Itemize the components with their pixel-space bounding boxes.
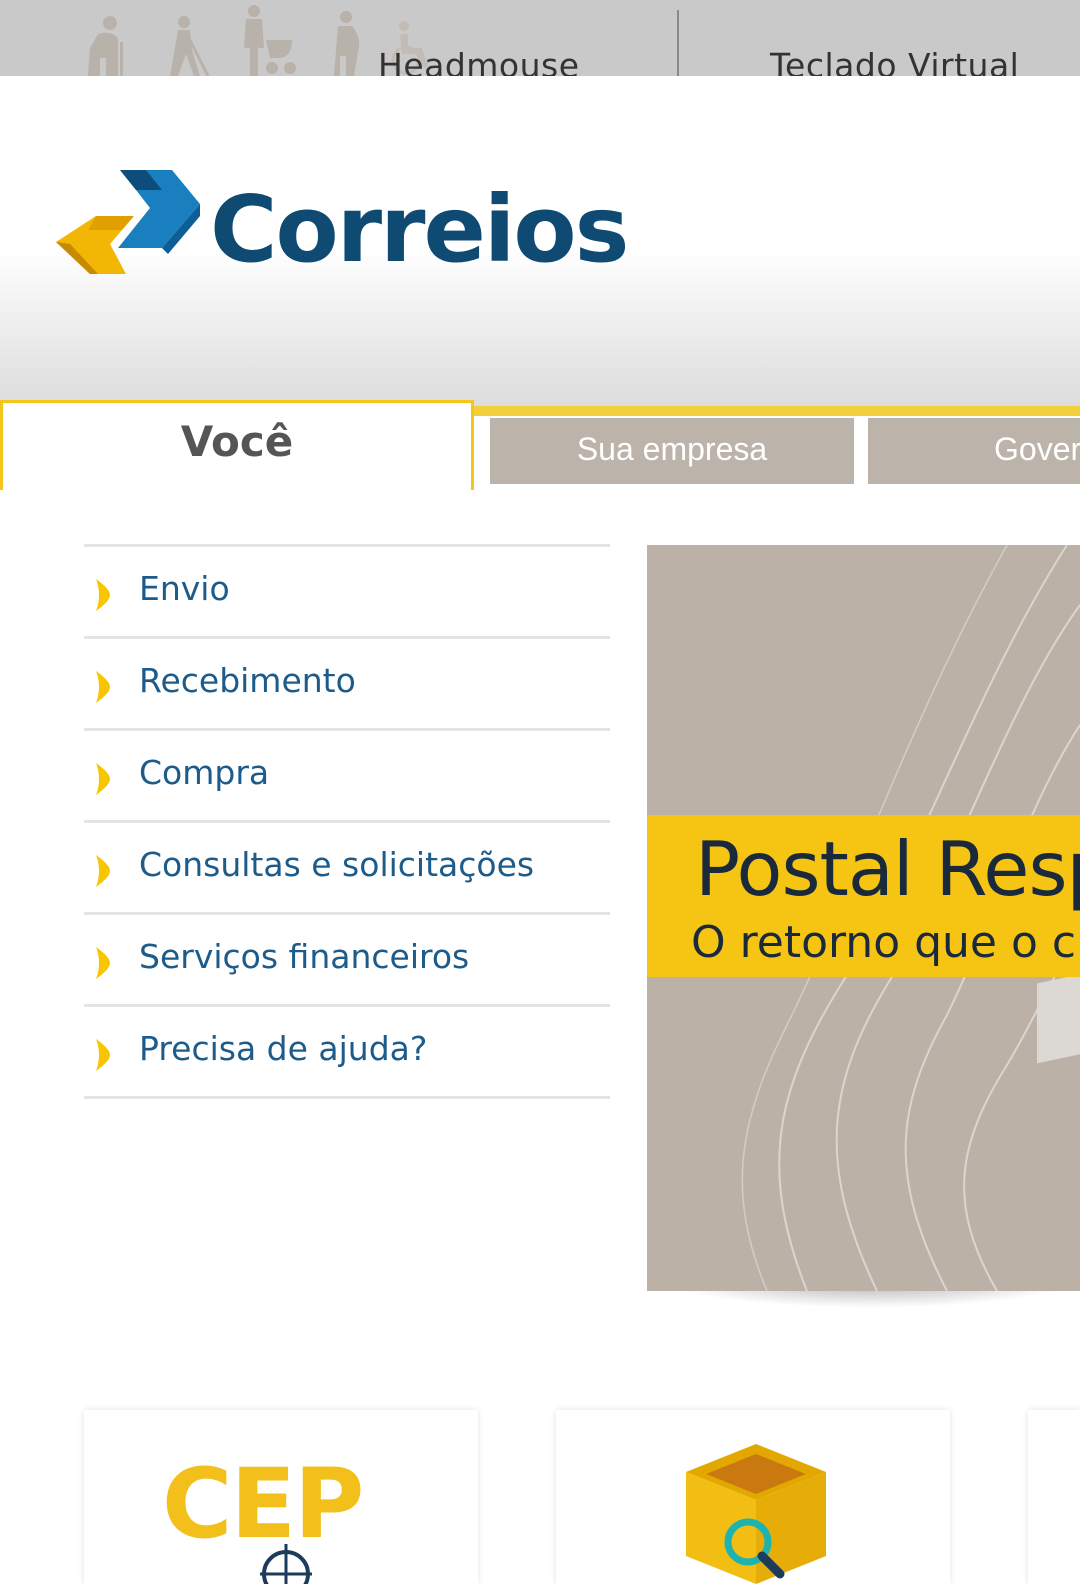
site-header: Correios bbox=[0, 76, 1080, 408]
correios-logo-text: Correios bbox=[210, 176, 629, 283]
menu-item-label: Compra bbox=[139, 753, 270, 792]
tile-third-partial[interactable] bbox=[1028, 1410, 1080, 1584]
chevron-right-icon bbox=[96, 855, 110, 887]
menu-item-envio[interactable]: Envio bbox=[84, 544, 610, 636]
menu-item-label: Recebimento bbox=[139, 661, 356, 700]
menu-item-recebimento[interactable]: Recebimento bbox=[84, 636, 610, 728]
menu-item-label: Envio bbox=[139, 569, 230, 608]
blind-person-icon bbox=[170, 16, 210, 76]
chevron-right-icon bbox=[96, 947, 110, 979]
elderly-person-icon bbox=[88, 16, 123, 76]
banner-card-graphic bbox=[1037, 970, 1080, 1064]
banner-title: Postal Resp bbox=[695, 825, 1080, 913]
tab-governo-label: Gover bbox=[994, 431, 1080, 467]
service-menu: Envio Recebimento Compra Consultas e sol… bbox=[84, 544, 610, 1099]
promo-banner[interactable]: Postal Resp O retorno que o clie bbox=[647, 545, 1080, 1291]
tab-voce-label: Você bbox=[180, 417, 294, 466]
chevron-right-icon bbox=[96, 579, 110, 611]
tab-governo[interactable]: Gover bbox=[868, 418, 1080, 484]
chevron-right-icon bbox=[96, 1039, 110, 1071]
menu-item-label: Precisa de ajuda? bbox=[139, 1029, 428, 1068]
tile-rastreamento[interactable] bbox=[556, 1410, 950, 1584]
menu-item-label: Consultas e solicitações bbox=[139, 845, 535, 884]
banner-band: Postal Resp O retorno que o clie bbox=[647, 815, 1080, 977]
menu-item-label: Serviços financeiros bbox=[139, 937, 470, 976]
tile-cep[interactable]: CEP bbox=[84, 1410, 478, 1584]
correios-logo-mark-icon bbox=[56, 170, 200, 274]
menu-item-ajuda[interactable]: Precisa de ajuda? bbox=[84, 1004, 610, 1099]
menu-item-consultas[interactable]: Consultas e solicitações bbox=[84, 820, 610, 912]
tab-voce[interactable]: Você bbox=[0, 400, 474, 490]
menu-item-servicos-financeiros[interactable]: Serviços financeiros bbox=[84, 912, 610, 1004]
chevron-right-icon bbox=[96, 671, 110, 703]
parent-with-stroller-icon bbox=[244, 5, 296, 76]
package-search-icon bbox=[686, 1444, 826, 1584]
banner-subtitle: O retorno que o clie bbox=[691, 917, 1080, 968]
chevron-right-icon bbox=[96, 763, 110, 795]
correios-logo[interactable]: Correios bbox=[50, 164, 629, 289]
pregnant-person-icon bbox=[334, 11, 360, 76]
tab-sua-empresa-label: Sua empresa bbox=[576, 431, 768, 467]
tab-sua-empresa[interactable]: Sua empresa bbox=[490, 418, 854, 484]
accessibility-bar: Headmouse Teclado Virtual bbox=[0, 0, 1080, 85]
menu-item-compra[interactable]: Compra bbox=[84, 728, 610, 820]
crosshair-icon bbox=[260, 1544, 312, 1584]
